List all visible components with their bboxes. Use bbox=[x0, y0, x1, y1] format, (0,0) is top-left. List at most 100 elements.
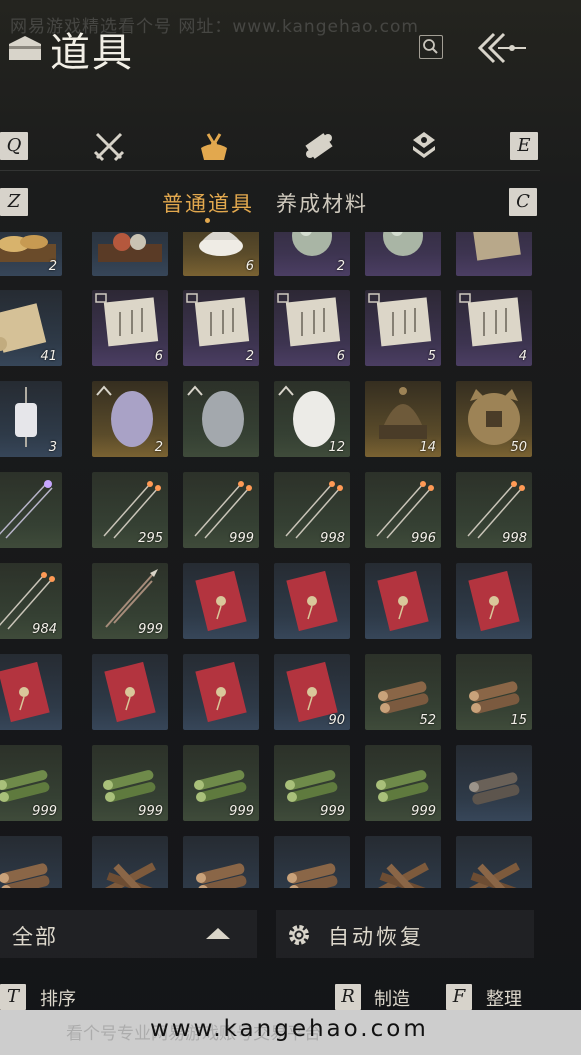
item-quantity: 41 bbox=[40, 349, 57, 364]
gem-stack-icon[interactable] bbox=[406, 128, 442, 164]
auto-restore-button[interactable]: 自动恢复 bbox=[276, 910, 534, 958]
subtab-materials[interactable]: 养成材料 bbox=[276, 188, 368, 218]
craft-key[interactable]: R bbox=[335, 984, 361, 1010]
item-grid: 2 6 2 41 6 2 6 5 4 3 2 12 14 50 295 999 998 996 998 984 999 9… bbox=[0, 232, 581, 888]
inventory-slot[interactable]: 999 bbox=[92, 563, 168, 639]
inventory-slot[interactable]: 41 bbox=[0, 290, 62, 366]
inventory-slot[interactable] bbox=[365, 563, 441, 639]
item-quantity: 996 bbox=[411, 531, 436, 546]
red-envelope-icon bbox=[195, 570, 247, 632]
inventory-slot[interactable]: 4 bbox=[456, 290, 532, 366]
item-quantity: 999 bbox=[32, 804, 57, 819]
inventory-slot[interactable]: 15 bbox=[456, 654, 532, 730]
craft-label[interactable]: 制造 bbox=[374, 985, 410, 1011]
inventory-slot[interactable] bbox=[274, 836, 350, 888]
sort-key[interactable]: T bbox=[0, 984, 26, 1010]
item-quantity: 999 bbox=[138, 804, 163, 819]
inventory-slot[interactable] bbox=[183, 836, 259, 888]
next-tab-key[interactable]: E bbox=[510, 132, 538, 160]
subtab-common-items[interactable]: 普通道具 bbox=[162, 188, 254, 218]
inventory-slot[interactable] bbox=[92, 232, 168, 276]
prev-subtab-key[interactable]: Z bbox=[0, 188, 28, 216]
inventory-slot[interactable]: 996 bbox=[365, 472, 441, 548]
inventory-slot[interactable] bbox=[365, 836, 441, 888]
inventory-slot[interactable] bbox=[183, 654, 259, 730]
scroll-icon[interactable] bbox=[301, 128, 337, 164]
inventory-slot[interactable]: 999 bbox=[365, 745, 441, 821]
inventory-slot[interactable] bbox=[92, 836, 168, 888]
header: 道具 bbox=[0, 0, 581, 90]
inventory-slot[interactable]: 2 bbox=[274, 232, 350, 276]
footer-watermark: 看个号专业网易游戏账号交易平台 www.kangehao.com bbox=[0, 1010, 581, 1055]
inventory-slot[interactable]: 295 bbox=[92, 472, 168, 548]
inventory-slot[interactable]: 52 bbox=[365, 654, 441, 730]
inventory-slot[interactable] bbox=[456, 563, 532, 639]
log-bundle-icon bbox=[287, 863, 338, 888]
organize-key[interactable]: F bbox=[446, 984, 472, 1010]
inventory-slot[interactable]: 6 bbox=[183, 232, 259, 276]
search-button[interactable] bbox=[419, 35, 443, 59]
inventory-slot[interactable] bbox=[456, 745, 532, 821]
inventory-slot[interactable] bbox=[92, 654, 168, 730]
item-quantity: 4 bbox=[518, 349, 527, 364]
old-scroll-icon bbox=[471, 232, 521, 261]
firewood-icon bbox=[468, 862, 520, 888]
inventory-slot[interactable]: 2 bbox=[0, 232, 62, 276]
item-bundle-icon[interactable] bbox=[196, 128, 232, 164]
inventory-slot[interactable]: 998 bbox=[456, 472, 532, 548]
inventory-slot[interactable] bbox=[183, 563, 259, 639]
inventory-slot[interactable]: 999 bbox=[92, 745, 168, 821]
inventory-slot[interactable]: 5 bbox=[365, 290, 441, 366]
item-quantity: 2 bbox=[48, 259, 57, 274]
item-quantity: 12 bbox=[328, 440, 345, 455]
dropdown-arrow-icon bbox=[206, 928, 230, 939]
bottom-bar: 全部 自动恢复 bbox=[0, 910, 581, 960]
item-quantity: 90 bbox=[328, 713, 345, 728]
item-quantity: 999 bbox=[411, 804, 436, 819]
inventory-slot[interactable]: 3 bbox=[0, 381, 62, 457]
inventory-slot[interactable]: 2 bbox=[183, 290, 259, 366]
filter-dropdown[interactable]: 全部 bbox=[0, 910, 257, 958]
inventory-slot[interactable]: 984 bbox=[0, 563, 62, 639]
next-subtab-key[interactable]: C bbox=[509, 188, 537, 216]
auto-restore-label: 自动恢复 bbox=[328, 925, 424, 949]
item-quantity: 998 bbox=[502, 531, 527, 546]
red-envelope-icon bbox=[104, 661, 156, 723]
active-subtab-indicator bbox=[205, 218, 210, 223]
inventory-slot[interactable]: 50 bbox=[456, 381, 532, 457]
crossed-swords-icon[interactable] bbox=[91, 128, 127, 164]
item-quantity: 15 bbox=[510, 713, 527, 728]
inventory-slot[interactable] bbox=[456, 232, 532, 276]
inventory-slot[interactable]: 6 bbox=[92, 290, 168, 366]
inventory-slot[interactable]: 14 bbox=[365, 381, 441, 457]
inventory-slot[interactable]: 998 bbox=[274, 472, 350, 548]
inventory-slot[interactable]: 999 bbox=[183, 745, 259, 821]
inventory-slot[interactable] bbox=[183, 381, 259, 457]
firewood-icon bbox=[377, 862, 429, 888]
inventory-slot[interactable]: 90 bbox=[274, 654, 350, 730]
inventory-slot[interactable]: 999 bbox=[274, 745, 350, 821]
inventory-slot[interactable] bbox=[274, 563, 350, 639]
red-envelope-icon bbox=[0, 661, 50, 723]
violet-arrows-icon bbox=[0, 480, 53, 539]
organize-label[interactable]: 整理 bbox=[486, 985, 522, 1011]
item-quantity: 6 bbox=[336, 349, 345, 364]
item-quantity: 6 bbox=[154, 349, 163, 364]
sort-label[interactable]: 排序 bbox=[40, 985, 76, 1011]
inventory-slot[interactable] bbox=[365, 232, 441, 276]
inventory-slot[interactable] bbox=[456, 836, 532, 888]
inventory-slot[interactable] bbox=[0, 654, 62, 730]
prev-tab-key[interactable]: Q bbox=[0, 132, 28, 160]
inventory-slot[interactable]: 6 bbox=[274, 290, 350, 366]
food-tray-icon bbox=[98, 233, 162, 262]
item-quantity: 999 bbox=[229, 804, 254, 819]
inventory-slot[interactable] bbox=[0, 472, 62, 548]
inventory-slot[interactable] bbox=[0, 836, 62, 888]
inventory-slot[interactable]: 999 bbox=[183, 472, 259, 548]
inventory-slot[interactable]: 12 bbox=[274, 381, 350, 457]
inventory-slot[interactable]: 2 bbox=[92, 381, 168, 457]
back-icon[interactable] bbox=[476, 30, 532, 66]
item-quantity: 999 bbox=[320, 804, 345, 819]
inventory-slot[interactable]: 999 bbox=[0, 745, 62, 821]
red-envelope-icon bbox=[377, 570, 429, 632]
